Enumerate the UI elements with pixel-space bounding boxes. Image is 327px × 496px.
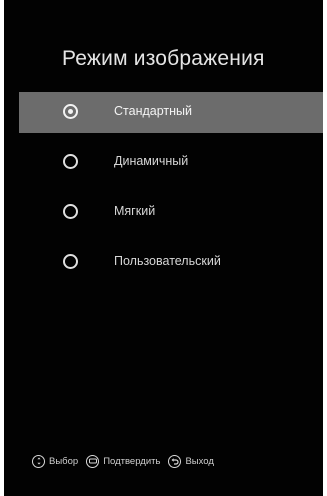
radio-selected-icon: [63, 104, 78, 119]
navigation-pad-icon: [32, 454, 45, 468]
option-label: Пользовательский: [114, 254, 221, 268]
page-title: Режим изображения: [62, 47, 265, 70]
radio-empty-icon: [63, 254, 78, 269]
hint-confirm-label: Подтвердить: [103, 455, 161, 467]
hint-exit-label: Выход: [185, 455, 214, 467]
option-label: Стандартный: [114, 104, 192, 118]
hint-exit: Выход: [168, 454, 214, 468]
return-arrow-icon: [168, 454, 182, 468]
hint-select-label: Выбор: [49, 455, 79, 467]
option-label: Мягкий: [114, 204, 156, 218]
button-hints: Выбор Подтвердить Выход: [32, 452, 222, 470]
option-custom[interactable]: Пользовательский: [19, 242, 323, 283]
hint-select: Выбор: [32, 454, 79, 468]
option-standard[interactable]: Стандартный: [19, 92, 323, 133]
radio-empty-icon: [63, 154, 78, 169]
radio-empty-icon: [63, 204, 78, 219]
enter-button-icon: [86, 454, 100, 468]
picture-mode-screen: Режим изображения Стандартный Динамичный…: [4, 0, 323, 496]
hint-confirm: Подтвердить: [86, 454, 161, 468]
picture-mode-menu: Стандартный Динамичный Мягкий Пользовате…: [19, 92, 323, 292]
option-soft[interactable]: Мягкий: [19, 192, 323, 233]
option-label: Динамичный: [114, 154, 189, 168]
option-dynamic[interactable]: Динамичный: [19, 142, 323, 183]
